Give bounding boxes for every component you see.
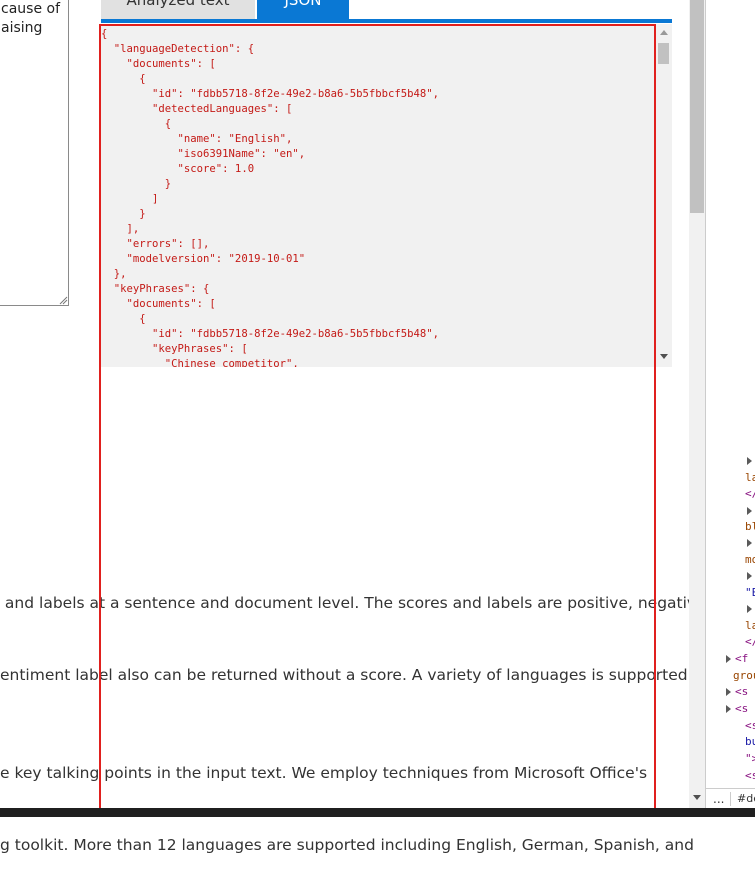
key-phrases-description: e key talking points in the input text. …	[0, 764, 694, 854]
sentiment-description: and labels at a sentence and document le…	[0, 594, 745, 684]
dom-node-line[interactable]: grou	[733, 668, 755, 684]
devtools-panel: la</blmo"Ela</<fgrou<s<s<sbu"><s ... #de	[705, 0, 755, 808]
taskbar-strip	[0, 808, 755, 817]
resize-grip-icon[interactable]	[58, 295, 68, 305]
json-output-panel[interactable]: { "languageDetection": { "documents": [ …	[101, 24, 672, 367]
json-panel-scrollbar[interactable]	[656, 24, 671, 367]
expand-arrow-icon[interactable]	[747, 605, 752, 613]
expand-arrow-icon[interactable]	[747, 507, 752, 515]
expand-arrow-icon[interactable]	[726, 655, 731, 663]
scroll-down-arrow-icon[interactable]	[660, 354, 668, 359]
input-text: cause of aising	[1, 1, 61, 36]
tab-underline	[101, 19, 672, 23]
tab-analyzed-text[interactable]: Analyzed text	[101, 0, 255, 19]
dom-node-line[interactable]: </	[745, 634, 755, 650]
result-tabs: Analyzed text JSON	[101, 0, 672, 24]
page-scroll-down-icon[interactable]	[693, 795, 701, 800]
page-scrollbar[interactable]	[689, 0, 705, 808]
page-scroll-thumb[interactable]	[690, 0, 704, 213]
dom-node-line[interactable]: bl	[745, 519, 755, 535]
tab-json[interactable]: JSON	[257, 0, 349, 19]
expand-arrow-icon[interactable]	[747, 457, 752, 465]
dom-node-line[interactable]: ">	[745, 751, 755, 767]
dom-node-line[interactable]: "E	[745, 585, 755, 601]
dom-node-line[interactable]: la	[745, 618, 755, 634]
scroll-thumb[interactable]	[658, 43, 669, 64]
dom-node-line[interactable]: <s	[735, 684, 748, 700]
dom-node-line[interactable]: la	[745, 470, 755, 486]
json-output-text: { "languageDetection": { "documents": [ …	[101, 28, 440, 367]
dom-node-line[interactable]: <s	[735, 701, 748, 717]
dom-node-line[interactable]: </	[745, 486, 755, 502]
dom-node-line[interactable]: mo	[745, 552, 755, 568]
text-input-area[interactable]: cause of aising	[0, 0, 69, 306]
expand-arrow-icon[interactable]	[726, 688, 731, 696]
devtools-footer: ... #de	[706, 788, 755, 808]
dom-node-line[interactable]: <f	[735, 651, 748, 667]
dom-node-line[interactable]: <s	[745, 718, 755, 734]
expand-arrow-icon[interactable]	[726, 705, 731, 713]
breadcrumb[interactable]: #de	[737, 789, 755, 808]
footer-divider	[730, 792, 731, 806]
dom-node-line[interactable]: bu	[745, 734, 755, 750]
dom-node-line[interactable]: <s	[745, 768, 755, 784]
scroll-up-arrow-icon[interactable]	[660, 30, 668, 35]
more-options-icon[interactable]: ...	[713, 789, 724, 808]
expand-arrow-icon[interactable]	[747, 539, 752, 547]
expand-arrow-icon[interactable]	[747, 572, 752, 580]
